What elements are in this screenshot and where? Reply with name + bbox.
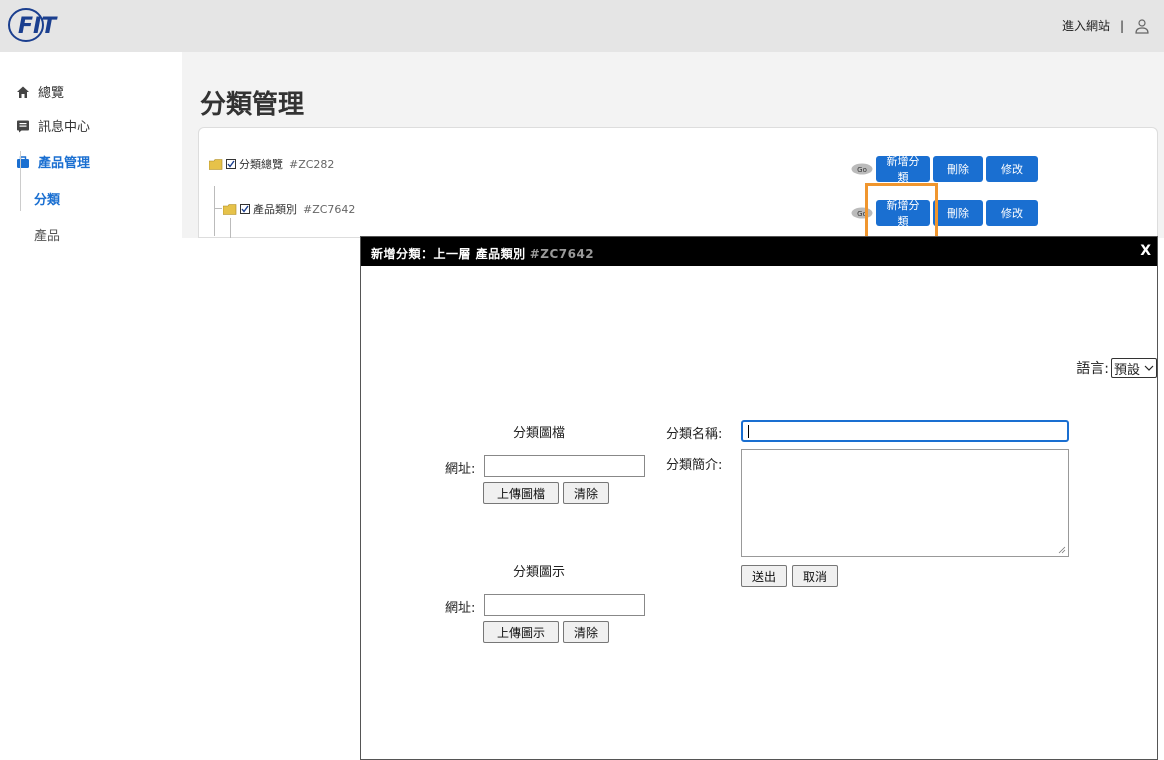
- sidebar-item-overview[interactable]: 總覽: [16, 82, 64, 101]
- edit-button[interactable]: 修改: [986, 200, 1038, 226]
- modal-title-text: 新增分類：上一層 產品類別: [371, 247, 526, 261]
- edit-button[interactable]: 修改: [986, 156, 1038, 182]
- fit-logo[interactable]: FIT: [6, 6, 72, 44]
- sidebar-subitem-product[interactable]: 產品: [34, 225, 60, 244]
- tree-connector: [230, 218, 231, 238]
- tree-node-product-type[interactable]: 產品類別 #ZC7642: [223, 201, 355, 217]
- user-icon[interactable]: [1134, 18, 1150, 34]
- root-action-buttons: Go 新增分類 刪除 修改: [851, 155, 1038, 184]
- folder-icon: [223, 203, 237, 215]
- tree-node-root[interactable]: 分類總覽 #ZC282: [209, 156, 334, 172]
- preview-badge-icon[interactable]: Go: [851, 163, 873, 175]
- chevron-down-icon: [1144, 365, 1154, 371]
- clear-image-button[interactable]: 清除: [563, 482, 609, 504]
- category-name-label: 分類名稱:: [666, 427, 723, 442]
- checkbox-checked-icon[interactable]: [226, 159, 236, 169]
- sidebar-item-label: 訊息中心: [38, 120, 91, 135]
- sidebar-subitem-category[interactable]: 分類: [34, 189, 60, 208]
- svg-text:FIT: FIT: [18, 14, 58, 39]
- language-select-value: 預設: [1113, 362, 1140, 378]
- add-category-button[interactable]: 新增分類: [876, 155, 930, 184]
- image-url-label: 網址:: [445, 462, 476, 477]
- language-select[interactable]: 預設: [1110, 358, 1157, 378]
- image-url-input[interactable]: [484, 455, 645, 477]
- tree-node-code: #ZC282: [289, 157, 335, 171]
- message-icon: [17, 120, 29, 132]
- category-tree-panel: 分類總覽 #ZC282 Go 新增分類 刪除 修改 產品類別 #ZC7642 G…: [198, 127, 1158, 238]
- sidebar-item-products[interactable]: 產品管理: [16, 152, 90, 171]
- language-label: 語言:: [1076, 361, 1109, 377]
- category-intro-label: 分類簡介:: [666, 458, 723, 473]
- upload-icon-button[interactable]: 上傳圖示: [483, 621, 559, 643]
- folder-icon: [209, 158, 223, 170]
- home-icon: [17, 86, 29, 98]
- header-separator: |: [1119, 18, 1124, 33]
- checkbox-checked-icon[interactable]: [240, 204, 250, 214]
- highlight-annotation-box: [865, 183, 938, 238]
- cancel-button[interactable]: 取消: [792, 565, 838, 587]
- category-name-input[interactable]: [741, 420, 1069, 442]
- language-row: 語言: 預設: [1076, 358, 1157, 378]
- svg-text:Go: Go: [857, 166, 867, 174]
- sidebar-item-label: 總覽: [38, 86, 65, 101]
- icon-section-label: 分類圖示: [513, 565, 566, 580]
- sidebar: 總覽 訊息中心 產品管理 分類 產品: [0, 52, 182, 244]
- icon-url-label: 網址:: [445, 601, 476, 616]
- resize-handle-icon[interactable]: [1058, 546, 1066, 554]
- delete-button[interactable]: 刪除: [933, 200, 983, 226]
- tree-node-label: 產品類別: [253, 203, 297, 216]
- add-category-modal: 新增分類：上一層 產品類別 #ZC7642 X 語言: 預設 分類圖檔 網址: 上…: [360, 236, 1158, 760]
- sidebar-item-messages[interactable]: 訊息中心: [16, 116, 90, 135]
- tree-node-label: 分類總覽: [239, 158, 283, 171]
- enter-site-link[interactable]: 進入網站: [1062, 17, 1110, 34]
- tree-connector: [214, 186, 215, 236]
- page-title: 分類管理: [200, 90, 305, 120]
- delete-button[interactable]: 刪除: [933, 156, 983, 182]
- sidebar-sub-divider: [20, 151, 21, 211]
- tree-node-code: #ZC7642: [303, 202, 356, 216]
- clear-icon-button[interactable]: 清除: [563, 621, 609, 643]
- modal-title-code: #ZC7642: [529, 247, 595, 261]
- text-cursor: [748, 425, 749, 438]
- modal-title: 新增分類：上一層 產品類別 #ZC7642: [371, 245, 594, 262]
- tree-connector: [214, 208, 222, 209]
- briefcase-icon: [17, 155, 29, 168]
- top-bar: FIT 進入網站 |: [0, 0, 1164, 52]
- image-section-label: 分類圖檔: [513, 426, 566, 441]
- sidebar-item-label: 產品管理: [38, 156, 91, 171]
- upload-image-button[interactable]: 上傳圖檔: [483, 482, 559, 504]
- category-intro-textarea[interactable]: [741, 449, 1069, 557]
- icon-url-input[interactable]: [484, 594, 645, 616]
- modal-header: 新增分類：上一層 產品類別 #ZC7642 X: [361, 237, 1157, 266]
- close-button[interactable]: X: [1140, 243, 1151, 259]
- submit-button[interactable]: 送出: [741, 565, 787, 587]
